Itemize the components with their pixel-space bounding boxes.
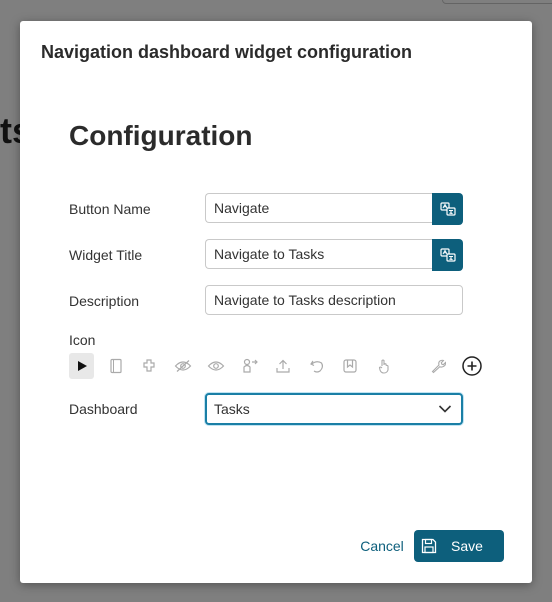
user-share-icon[interactable] [237, 353, 262, 379]
icon-picker [69, 353, 482, 379]
wrench-icon[interactable] [425, 353, 450, 379]
widget-title-label: Widget Title [69, 247, 143, 263]
configuration-heading: Configuration [69, 120, 253, 151]
description-label: Description [69, 293, 140, 309]
hand-pointer-icon[interactable] [371, 353, 396, 379]
cancel-button[interactable]: Cancel [356, 535, 408, 557]
upload-icon[interactable] [270, 353, 295, 379]
dashboard-label: Dashboard [69, 401, 138, 417]
widget-title-translate-button[interactable] [432, 239, 463, 271]
description-input[interactable]: Navigate to Tasks description [205, 285, 463, 315]
dialog-title: Navigation dashboard widget configuratio… [41, 42, 413, 62]
eye-off-icon[interactable] [170, 353, 195, 379]
button-name-translate-button[interactable] [432, 193, 463, 225]
button-name-label: Button Name [69, 201, 151, 217]
dashboard-select-value: Tasks [214, 401, 250, 417]
bookmark-icon[interactable] [337, 353, 362, 379]
widget-config-dialog: Navigation dashboard widget configuratio… [20, 21, 532, 583]
icon-label: Icon [69, 332, 96, 348]
save-button[interactable]: Save [414, 530, 504, 562]
widget-title-input[interactable]: Navigate to Tasks [205, 239, 433, 269]
puzzle-icon[interactable] [136, 353, 161, 379]
translate-icon [439, 202, 456, 216]
book-icon[interactable] [103, 353, 128, 379]
dashboard-select[interactable]: Tasks [205, 393, 463, 425]
floppy-disk-icon [421, 538, 437, 554]
save-button-label: Save [451, 538, 483, 554]
button-name-input[interactable]: Navigate [205, 193, 433, 223]
undo-icon[interactable] [304, 353, 329, 379]
chevron-down-icon [438, 405, 452, 413]
eye-icon[interactable] [203, 353, 228, 379]
add-circle-icon[interactable] [459, 353, 484, 379]
translate-icon [439, 248, 456, 262]
play-icon[interactable] [69, 353, 94, 379]
